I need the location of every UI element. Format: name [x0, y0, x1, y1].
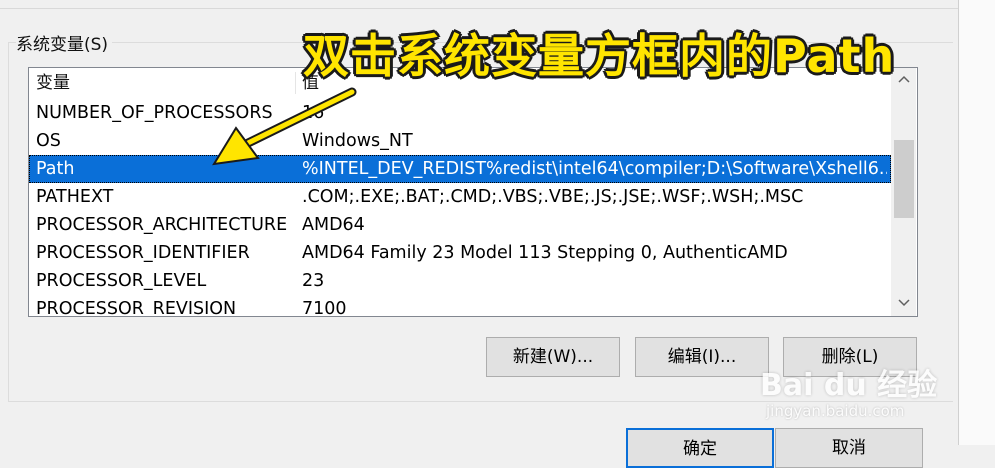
watermark-brand: Bai du 经验	[760, 368, 938, 403]
watermark-url: jingyan.baidu.com	[766, 402, 905, 420]
annotation-text: 双击系统变量方框内的Path	[303, 29, 896, 83]
